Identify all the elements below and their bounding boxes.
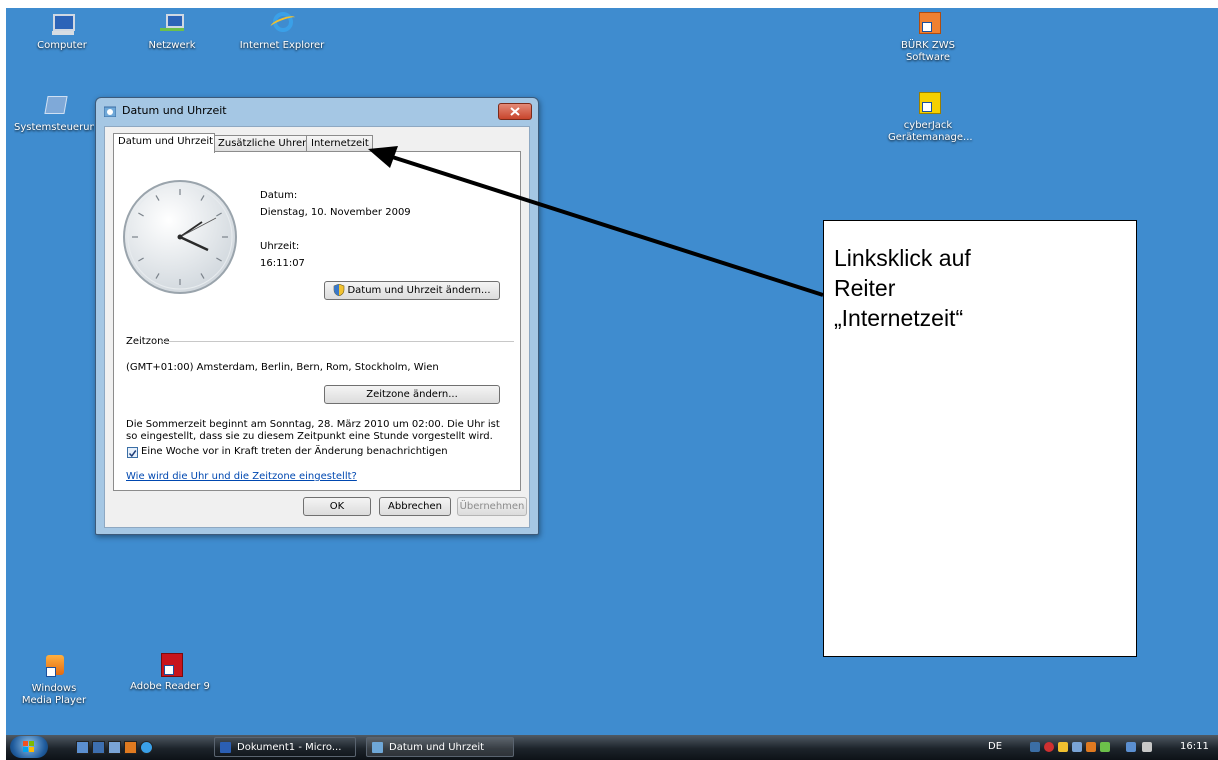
switch-windows-icon[interactable] xyxy=(92,741,105,754)
annotation-note: Linksklick auf Reiter „Internetzeit“ xyxy=(823,220,1137,657)
desktop: Computer Netzwerk Internet Explorer Syst… xyxy=(6,8,1218,760)
tab-datum-und-uhrzeit[interactable]: Datum und Uhrzeit xyxy=(113,133,215,153)
tray-volume-icon[interactable] xyxy=(1142,742,1152,752)
taskbar-button-label: Dokument1 - Micro... xyxy=(237,742,342,753)
internet-explorer-icon[interactable] xyxy=(140,741,153,754)
tray-security-icon[interactable] xyxy=(1044,742,1054,752)
windows-logo-icon xyxy=(23,741,34,752)
screenshot-border-top xyxy=(0,0,1218,8)
tray-app-icon[interactable] xyxy=(1072,742,1082,752)
taskbar-button-datetime[interactable]: Datum und Uhrzeit xyxy=(366,737,514,757)
taskbar: Dokument1 - Micro... Datum und Uhrzeit D… xyxy=(6,735,1218,760)
datetime-icon xyxy=(372,742,383,753)
language-indicator[interactable]: DE xyxy=(988,741,1002,752)
taskbar-button-word[interactable]: Dokument1 - Micro... xyxy=(214,737,356,757)
quicklaunch-app-icon[interactable] xyxy=(108,741,121,754)
tray-app-icon[interactable] xyxy=(1086,742,1096,752)
start-button[interactable] xyxy=(10,736,48,758)
taskbar-button-label: Datum und Uhrzeit xyxy=(389,742,485,753)
annotation-text: Linksklick auf Reiter „Internetzeit“ xyxy=(834,245,971,331)
taskbar-clock[interactable]: 16:11 xyxy=(1180,741,1209,752)
tray-network-icon[interactable] xyxy=(1030,742,1040,752)
show-desktop-icon[interactable] xyxy=(76,741,89,754)
tab-label: Datum und Uhrzeit xyxy=(118,136,214,147)
tray-app-icon[interactable] xyxy=(1058,742,1068,752)
tray-network-connection-icon[interactable] xyxy=(1126,742,1136,752)
tray-app-icon[interactable] xyxy=(1100,742,1110,752)
media-player-icon[interactable] xyxy=(124,741,137,754)
word-icon xyxy=(220,742,231,753)
